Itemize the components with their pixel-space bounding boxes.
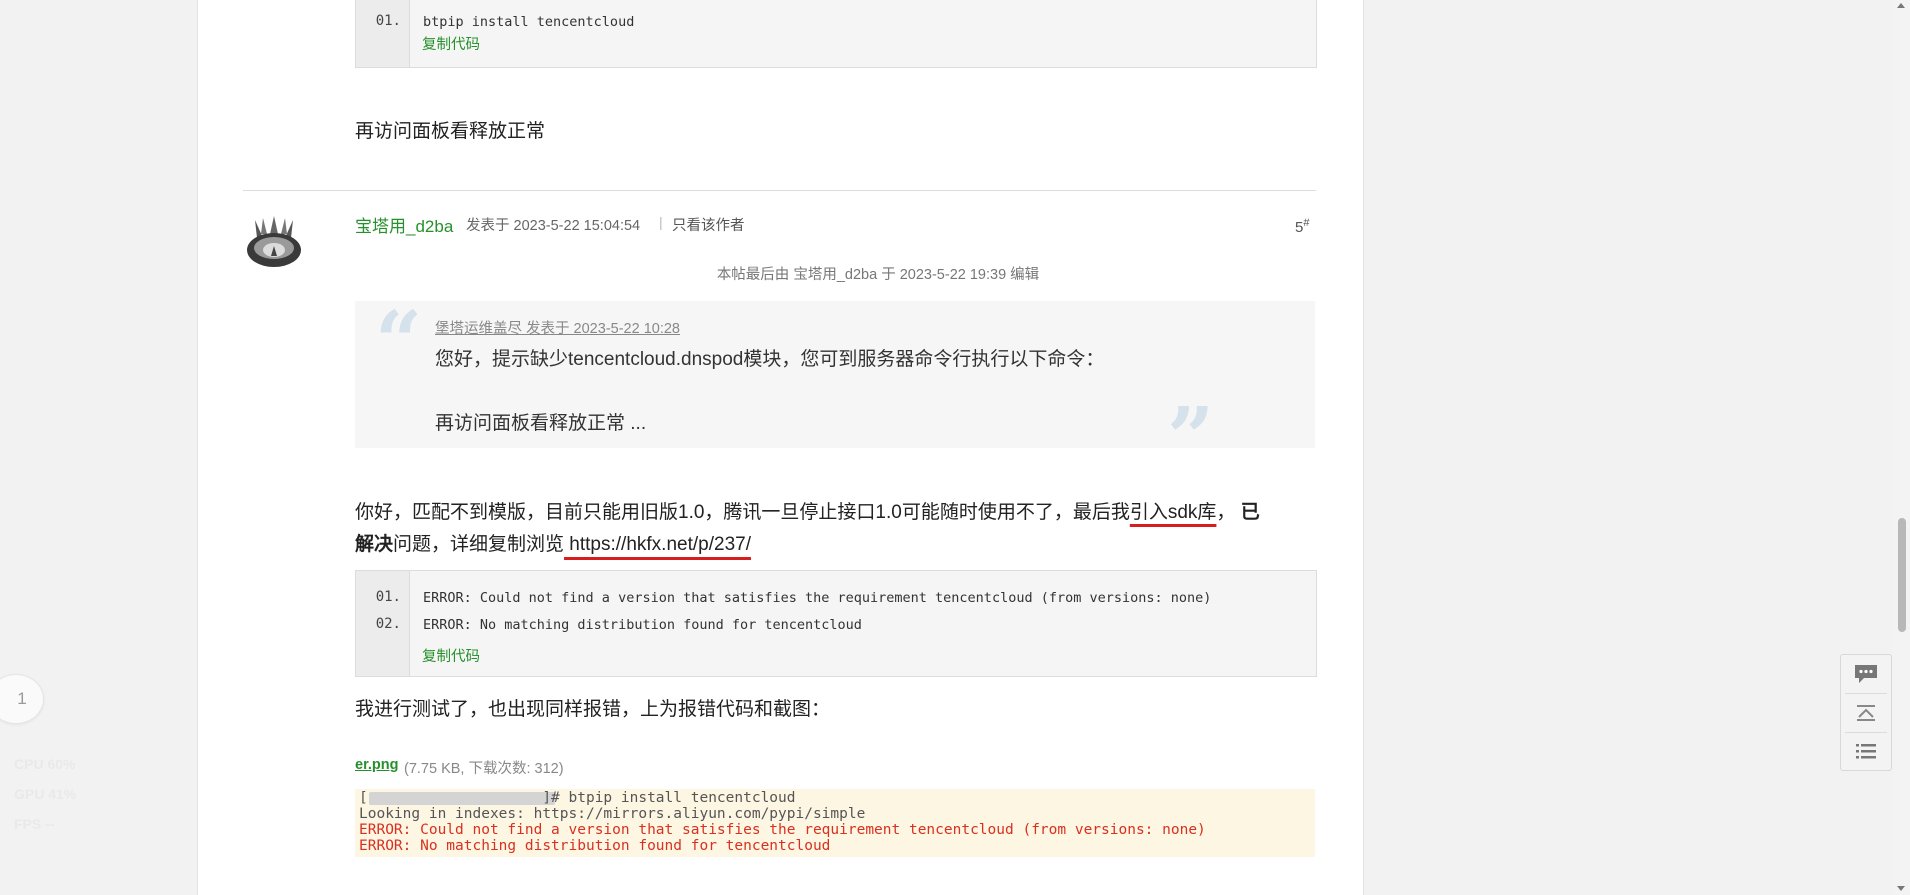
previous-post-text: 再访问面板看释放正常 <box>355 121 546 142</box>
code-line: btpip install tencentcloud <box>423 14 635 30</box>
code-block-errors: 01. 02. ERROR: Could not find a version … <box>355 570 1317 677</box>
quote-header-link[interactable]: 堡塔运维盖尽 发表于 2023-5-22 10:28 <box>435 317 680 338</box>
quote-line-1: 您好，提示缺少tencentcloud.dnspod模块，您可到服务器命令行执行… <box>435 349 1105 370</box>
scroll-down-arrow[interactable] <box>1897 886 1905 891</box>
perf-gpu: GPU 41% <box>14 786 77 802</box>
floor-number[interactable]: 5# <box>1295 217 1309 236</box>
list-button[interactable] <box>1841 732 1891 770</box>
open-quote-icon: “ <box>375 294 423 390</box>
side-tool-panel <box>1840 654 1892 771</box>
copy-code-link[interactable]: 复制代码 <box>422 645 480 666</box>
page-badge[interactable]: 1 <box>0 674 44 724</box>
attachment-link[interactable]: er.png <box>355 757 399 773</box>
screenshot-line-1: Looking in indexes: https://mirrors.aliy… <box>359 806 866 822</box>
code-line-number: 01. <box>375 589 401 605</box>
reply-button[interactable] <box>1841 655 1891 693</box>
forum-content: 01. btpip install tencentcloud 复制代码 再访问面… <box>197 0 1364 895</box>
copy-code-link[interactable]: 复制代码 <box>422 33 480 54</box>
code-line-number: 02. <box>375 616 401 632</box>
reply-highlight: 引入sdk库 <box>1129 502 1217 523</box>
reply-part-1: 你好，匹配不到模版，目前只能用旧版1.0，腾讯一旦停止接口1.0可能随时使用不了… <box>355 502 1130 523</box>
back-to-top-icon <box>1857 705 1875 721</box>
back-to-top-button[interactable] <box>1841 694 1891 732</box>
screenshot-line-2: ERROR: Could not find a version that sat… <box>359 822 1206 838</box>
reply-part-2: 问题，详细复制浏览 <box>393 534 565 555</box>
test-text: 我进行测试了，也出现同样报错，上为报错代码和截图： <box>355 699 831 720</box>
scrollbar-thumb[interactable] <box>1898 518 1906 632</box>
avatar-image <box>247 216 301 267</box>
only-author-link[interactable]: 只看该作者 <box>672 214 745 235</box>
reply-comma: ， <box>1216 502 1236 523</box>
post-date: 发表于 2023-5-22 15:04:54 <box>466 218 641 234</box>
error-screenshot[interactable]: [ ]# btpip install tencentcloud Looking … <box>355 789 1315 857</box>
close-quote-icon: ” <box>1167 390 1215 486</box>
quote-line-2: 再访问面板看释放正常 ... <box>435 413 647 434</box>
floor-sign: # <box>1303 217 1310 229</box>
edit-note: 本帖最后由 宝塔用_d2ba 于 2023-5-22 19:39 编辑 <box>716 267 1040 283</box>
perf-fps: FPS -- <box>14 816 55 832</box>
code-block-top: 01. btpip install tencentcloud 复制代码 <box>355 0 1317 68</box>
code-line: ERROR: Could not find a version that sat… <box>423 590 1212 606</box>
reply-text-line-2: 解决问题，详细复制浏览 https://hkfx.net/p/237/ <box>355 529 751 556</box>
post-author[interactable]: 宝塔用_d2ba <box>355 212 453 237</box>
post-divider <box>243 190 1316 191</box>
code-line: ERROR: No matching distribution found fo… <box>423 617 862 633</box>
code-gutter <box>356 0 410 67</box>
comment-icon <box>1855 665 1877 683</box>
list-icon <box>1856 744 1876 759</box>
quote-block: “ ” 堡塔运维盖尽 发表于 2023-5-22 10:28 您好，提示缺少te… <box>355 294 1315 479</box>
page-scrollbar[interactable] <box>1893 0 1910 895</box>
reply-link[interactable]: https://hkfx.net/p/237/ <box>564 534 751 555</box>
perf-cpu: CPU 60% <box>14 756 76 772</box>
reply-bold-2: 解决 <box>355 534 394 555</box>
screenshot-line-0: [ ]# btpip install tencentcloud <box>359 790 796 806</box>
screenshot-line-3: ERROR: No matching distribution found fo… <box>359 838 831 854</box>
code-line-number: 01. <box>375 13 401 29</box>
scroll-up-arrow[interactable] <box>1897 3 1905 8</box>
avatar[interactable] <box>243 212 305 270</box>
meta-separator: | <box>659 214 663 230</box>
reply-bold-1: 已 <box>1240 502 1260 523</box>
reply-text-line-1: 你好，匹配不到模版，目前只能用旧版1.0，腾讯一旦停止接口1.0可能随时使用不了… <box>355 497 1260 524</box>
attachment-meta: (7.75 KB, 下载次数: 312) <box>404 761 564 777</box>
